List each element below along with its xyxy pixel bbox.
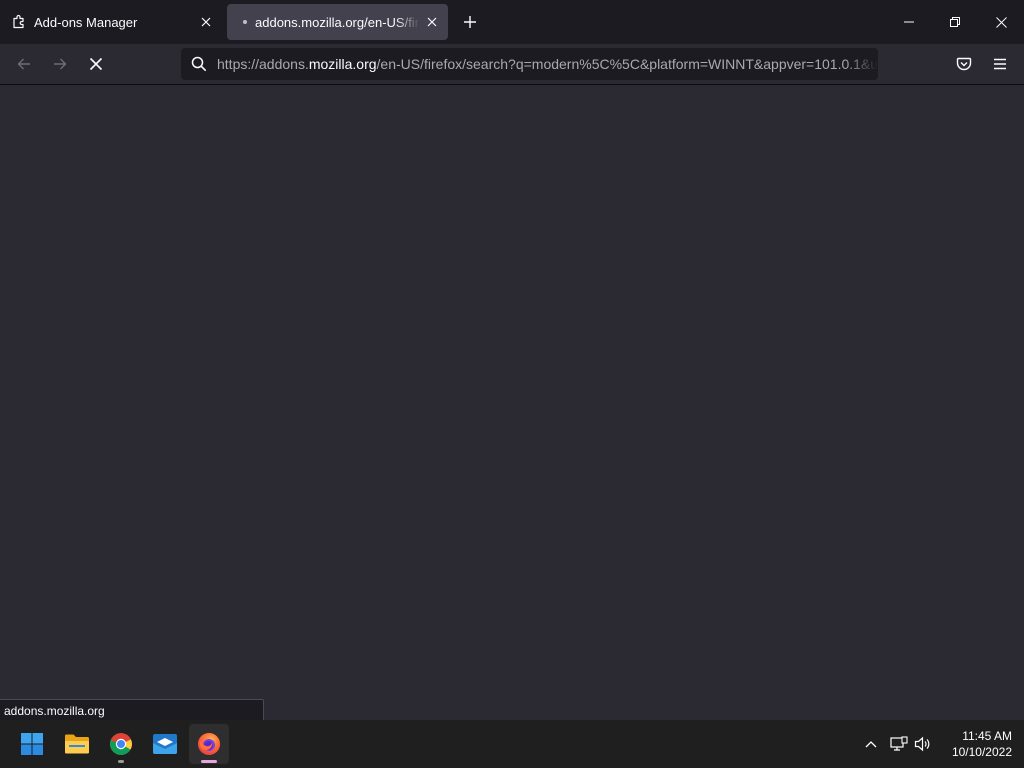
network-button[interactable] [888, 732, 910, 756]
network-icon [890, 736, 908, 751]
restore-button[interactable] [932, 0, 978, 44]
back-button[interactable] [8, 48, 40, 80]
url-text[interactable]: https://addons.mozilla.org/en-US/firefox… [217, 56, 878, 72]
system-clock[interactable]: 11:45 AM 10/10/2022 [940, 728, 1012, 760]
tab-addons-manager[interactable]: Add-ons Manager [2, 4, 222, 40]
stop-loading-button[interactable] [80, 48, 112, 80]
firefox-button[interactable] [189, 724, 229, 764]
navigation-toolbar: https://addons.mozilla.org/en-US/firefox… [0, 44, 1024, 85]
close-tab-icon[interactable] [194, 10, 218, 34]
file-explorer-button[interactable] [57, 724, 97, 764]
minimize-icon [904, 21, 914, 23]
search-icon [183, 48, 215, 80]
mail-icon [153, 734, 177, 754]
hamburger-menu-icon [994, 58, 1006, 70]
puzzle-icon [11, 14, 27, 30]
url-host: mozilla.org [308, 56, 377, 72]
close-tab-icon[interactable] [420, 10, 444, 34]
pocket-button[interactable] [948, 48, 980, 80]
tab-title: Add-ons Manager [34, 14, 138, 30]
page-content-area [0, 86, 1024, 720]
volume-button[interactable] [912, 732, 934, 756]
minimize-button[interactable] [886, 0, 932, 44]
stop-icon [89, 57, 103, 71]
active-indicator [201, 760, 217, 763]
new-tab-button[interactable] [456, 8, 484, 36]
forward-arrow-icon [54, 58, 67, 70]
tab-strip: Add-ons Manager addons.mozilla.org/en-US… [0, 0, 1024, 44]
clock-date: 10/10/2022 [951, 745, 1012, 759]
restore-icon [950, 17, 960, 27]
windows-logo-icon [21, 733, 43, 755]
close-window-button[interactable] [978, 0, 1024, 44]
loading-dot-icon [241, 14, 249, 30]
chrome-button[interactable] [101, 724, 141, 764]
firefox-icon [198, 733, 220, 755]
tab-addons-search[interactable]: addons.mozilla.org/en-US/firefox/search/… [227, 4, 448, 40]
clock-time: 11:45 AM [962, 729, 1012, 743]
status-panel: addons.mozilla.org [0, 699, 264, 720]
folder-icon [65, 734, 89, 754]
start-button[interactable] [12, 724, 52, 764]
close-icon [995, 16, 1007, 28]
show-hidden-icons-button[interactable] [860, 732, 882, 756]
speaker-icon [914, 736, 930, 752]
url-prefix: https://addons. [217, 56, 309, 72]
pocket-icon [956, 57, 972, 71]
forward-button[interactable] [44, 48, 76, 80]
back-arrow-icon [17, 58, 30, 70]
chevron-up-icon [865, 741, 877, 748]
app-menu-button[interactable] [984, 48, 1016, 80]
running-indicator [118, 760, 124, 763]
url-path: /en-US/firefox/search?q=modern%5C%5C&pla… [376, 56, 878, 72]
chrome-icon [109, 733, 132, 755]
address-bar[interactable]: https://addons.mozilla.org/en-US/firefox… [181, 48, 878, 80]
mail-button[interactable] [145, 724, 185, 764]
plus-icon [464, 16, 476, 28]
tab-title: addons.mozilla.org/en-US/firefox/search/… [255, 14, 420, 30]
windows-taskbar: 11:45 AM 10/10/2022 [0, 720, 1024, 768]
